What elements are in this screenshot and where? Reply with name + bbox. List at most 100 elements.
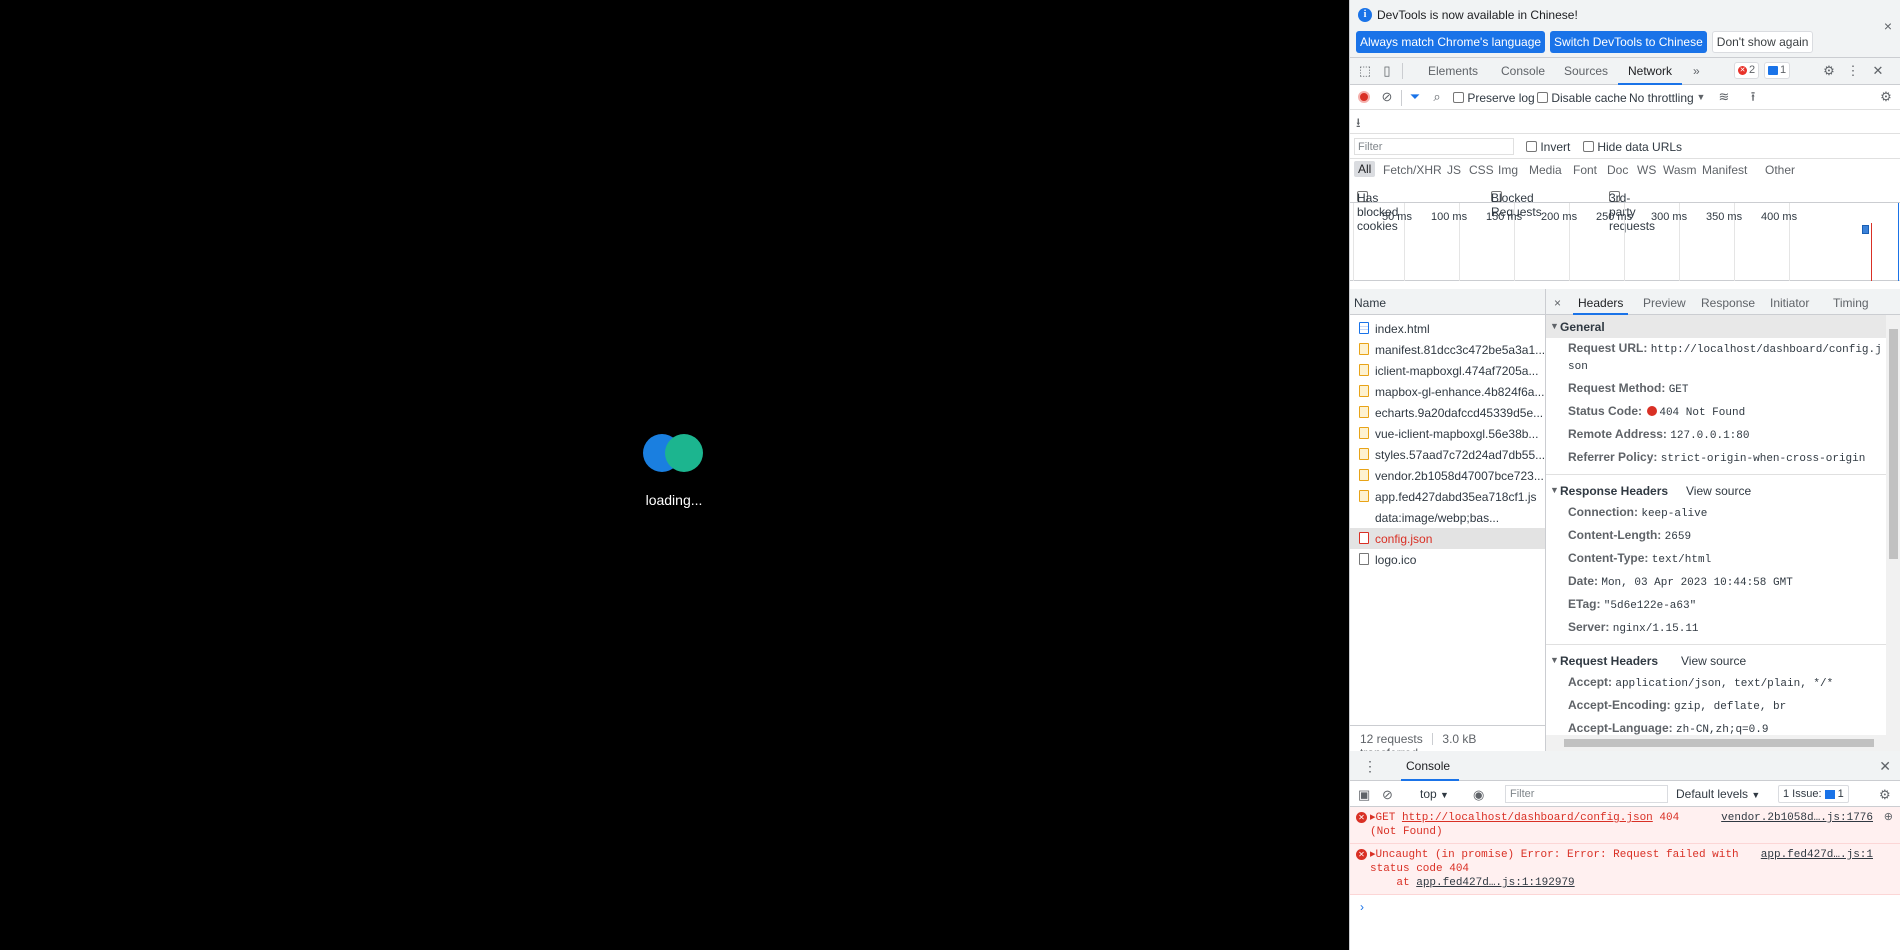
hide-data-urls-checkbox[interactable]: Hide data URLs [1583,140,1682,154]
import-har-icon[interactable]: ⭱ [1746,90,1760,104]
network-panel-link-icon[interactable]: ⊕ [1884,811,1893,825]
network-toolbar-row2: ⭳ [1350,110,1900,134]
request-row[interactable]: styles.57aad7c72d24ad7db55... [1350,444,1545,465]
invert-checkbox[interactable]: Invert [1526,140,1570,154]
log-levels-select[interactable]: Default levels ▼ [1676,787,1760,801]
request-row[interactable]: manifest.81dcc3c472be5a3a1... [1350,339,1545,360]
scrollbar-thumb[interactable] [1564,739,1874,747]
clear-console-icon[interactable]: ⊘ [1382,787,1393,803]
filter-icon[interactable]: ⏷ [1408,90,1422,104]
context-select[interactable]: top ▼ [1420,787,1449,801]
live-expression-eye-icon[interactable]: ◉ [1473,787,1484,803]
more-options-icon[interactable]: ⋮ [1846,64,1860,78]
type-filter-css[interactable]: CSS [1469,163,1494,177]
network-conditions-icon[interactable]: ≋ [1717,90,1731,104]
search-icon[interactable]: ⌕ [1430,90,1444,104]
source-location-link[interactable]: vendor.2b1058d….js:1776 [1721,811,1873,825]
inspect-element-icon[interactable]: ⬚ [1358,64,1372,78]
request-row[interactable]: vendor.2b1058d47007bce723... [1350,465,1545,486]
request-headers-section-header[interactable]: ▼ Request Headers View source [1546,649,1886,672]
tab-preview[interactable]: Preview [1643,296,1686,310]
tab-network[interactable]: Network [1628,64,1672,78]
request-url-link[interactable]: http://localhost/dashboard/config.json [1402,812,1653,824]
issues-counter[interactable]: 1 Issue: 1 [1778,785,1849,803]
image-file-icon [1359,511,1369,523]
drawer-menu-icon[interactable]: ⋮ [1363,758,1377,775]
script-file-icon [1359,406,1369,418]
request-row[interactable]: index.html [1350,318,1545,339]
request-row[interactable]: data:image/webp;bas... [1350,507,1545,528]
type-filter-all[interactable]: All [1354,161,1376,177]
tab-initiator[interactable]: Initiator [1770,296,1809,310]
throttling-select[interactable]: No throttling [1629,91,1694,105]
request-row[interactable]: logo.ico [1350,549,1545,570]
view-source-link[interactable]: View source [1686,484,1751,498]
name-column-header[interactable]: Name [1350,289,1545,315]
request-row[interactable]: app.fed427dabd35ea718cf1.js [1350,486,1545,507]
switch-to-chinese-button[interactable]: Switch DevTools to Chinese [1550,31,1707,53]
disable-cache-checkbox[interactable]: Disable cache [1537,91,1627,105]
device-toolbar-icon[interactable]: ▯ [1380,64,1394,78]
source-location-link[interactable]: app.fed427d….js:1 [1761,848,1873,862]
timeline-tick: 250 ms [1596,211,1633,223]
settings-gear-icon[interactable]: ⚙ [1822,64,1836,78]
stack-frame-link[interactable]: app.fed427d….js:1:192979 [1416,877,1574,889]
view-source-link[interactable]: View source [1681,654,1746,668]
always-match-language-button[interactable]: Always match Chrome's language [1356,31,1546,53]
close-icon[interactable]: × [1884,18,1892,34]
sidebar-toggle-icon[interactable]: ▣ [1358,787,1370,803]
chevron-down-icon[interactable]: ▼ [1694,90,1708,104]
type-filter-font[interactable]: Font [1573,163,1597,177]
export-har-icon[interactable]: ⭳ [1356,114,1361,136]
console-prompt[interactable]: › [1350,895,1900,919]
tab-elements[interactable]: Elements [1428,64,1478,78]
console-drawer: ⋮ Console ✕ ▣ ⊘ top ▼ ◉ Filter Default l… [1350,751,1900,950]
tab-sources[interactable]: Sources [1564,64,1608,78]
dont-show-again-button[interactable]: Don't show again [1711,31,1814,53]
type-filter-img[interactable]: Img [1498,163,1518,177]
type-filter-doc[interactable]: Doc [1607,163,1628,177]
type-filter-manifest[interactable]: Manifest [1702,163,1747,177]
horizontal-scrollbar[interactable] [1546,735,1900,751]
request-row[interactable]: mapbox-gl-enhance.4b824f6a... [1350,381,1545,402]
console-toolbar: ▣ ⊘ top ▼ ◉ Filter Default levels ▼ 1 Is… [1350,781,1900,807]
more-tabs-icon[interactable]: » [1693,64,1700,78]
tab-response[interactable]: Response [1701,296,1755,310]
timeline-tick: 200 ms [1541,211,1578,223]
drawer-tab-console[interactable]: Console [1406,759,1450,773]
type-filter-wasm[interactable]: Wasm [1663,163,1697,177]
type-filter-js[interactable]: JS [1447,163,1461,177]
message-count-badge[interactable]: 1 [1764,62,1791,79]
console-settings-gear-icon[interactable]: ⚙ [1879,787,1891,803]
preserve-log-checkbox[interactable]: Preserve log [1453,91,1535,105]
error-count-badge[interactable]: ✕ 2 [1734,62,1760,79]
request-row[interactable]: echarts.9a20dafccd45339d5e... [1350,402,1545,423]
request-row[interactable]: vue-iclient-mapboxgl.56e38b... [1350,423,1545,444]
type-filter-other[interactable]: Other [1765,163,1795,177]
filter-input[interactable]: Filter [1354,138,1514,155]
status-error-icon [1647,406,1658,416]
vertical-scrollbar[interactable] [1886,315,1900,735]
tab-timing[interactable]: Timing [1833,296,1869,310]
header-row: Status Code: 404 Not Found [1568,404,1746,419]
clear-icon[interactable]: ⊘ [1380,90,1394,104]
request-row[interactable]: iclient-mapboxgl.474af7205a... [1350,360,1545,381]
record-icon[interactable] [1358,91,1370,103]
type-filter-fetch-xhr[interactable]: Fetch/XHR [1383,163,1442,177]
request-row-selected[interactable]: config.json [1350,528,1545,549]
close-detail-icon[interactable]: × [1554,296,1561,310]
response-headers-section-header[interactable]: ▼ Response Headers View source [1546,479,1886,502]
tab-headers[interactable]: Headers [1578,296,1623,310]
console-filter-input[interactable]: Filter [1505,785,1668,803]
script-file-icon [1359,490,1369,502]
close-devtools-icon[interactable]: ✕ [1871,64,1885,78]
network-settings-gear-icon[interactable]: ⚙ [1879,90,1893,104]
type-filter-ws[interactable]: WS [1637,163,1656,177]
close-drawer-icon[interactable]: ✕ [1879,758,1891,775]
type-filter-media[interactable]: Media [1529,163,1562,177]
scrollbar-thumb[interactable] [1889,329,1898,559]
network-overview-timeline[interactable]: 50 ms 100 ms 150 ms 200 ms 250 ms 300 ms… [1350,203,1900,281]
tab-console[interactable]: Console [1501,64,1545,78]
general-section-header[interactable]: ▼ General [1546,315,1886,338]
console-error-message: ✕ ▸Uncaught (in promise) Error: Error: R… [1350,844,1900,895]
